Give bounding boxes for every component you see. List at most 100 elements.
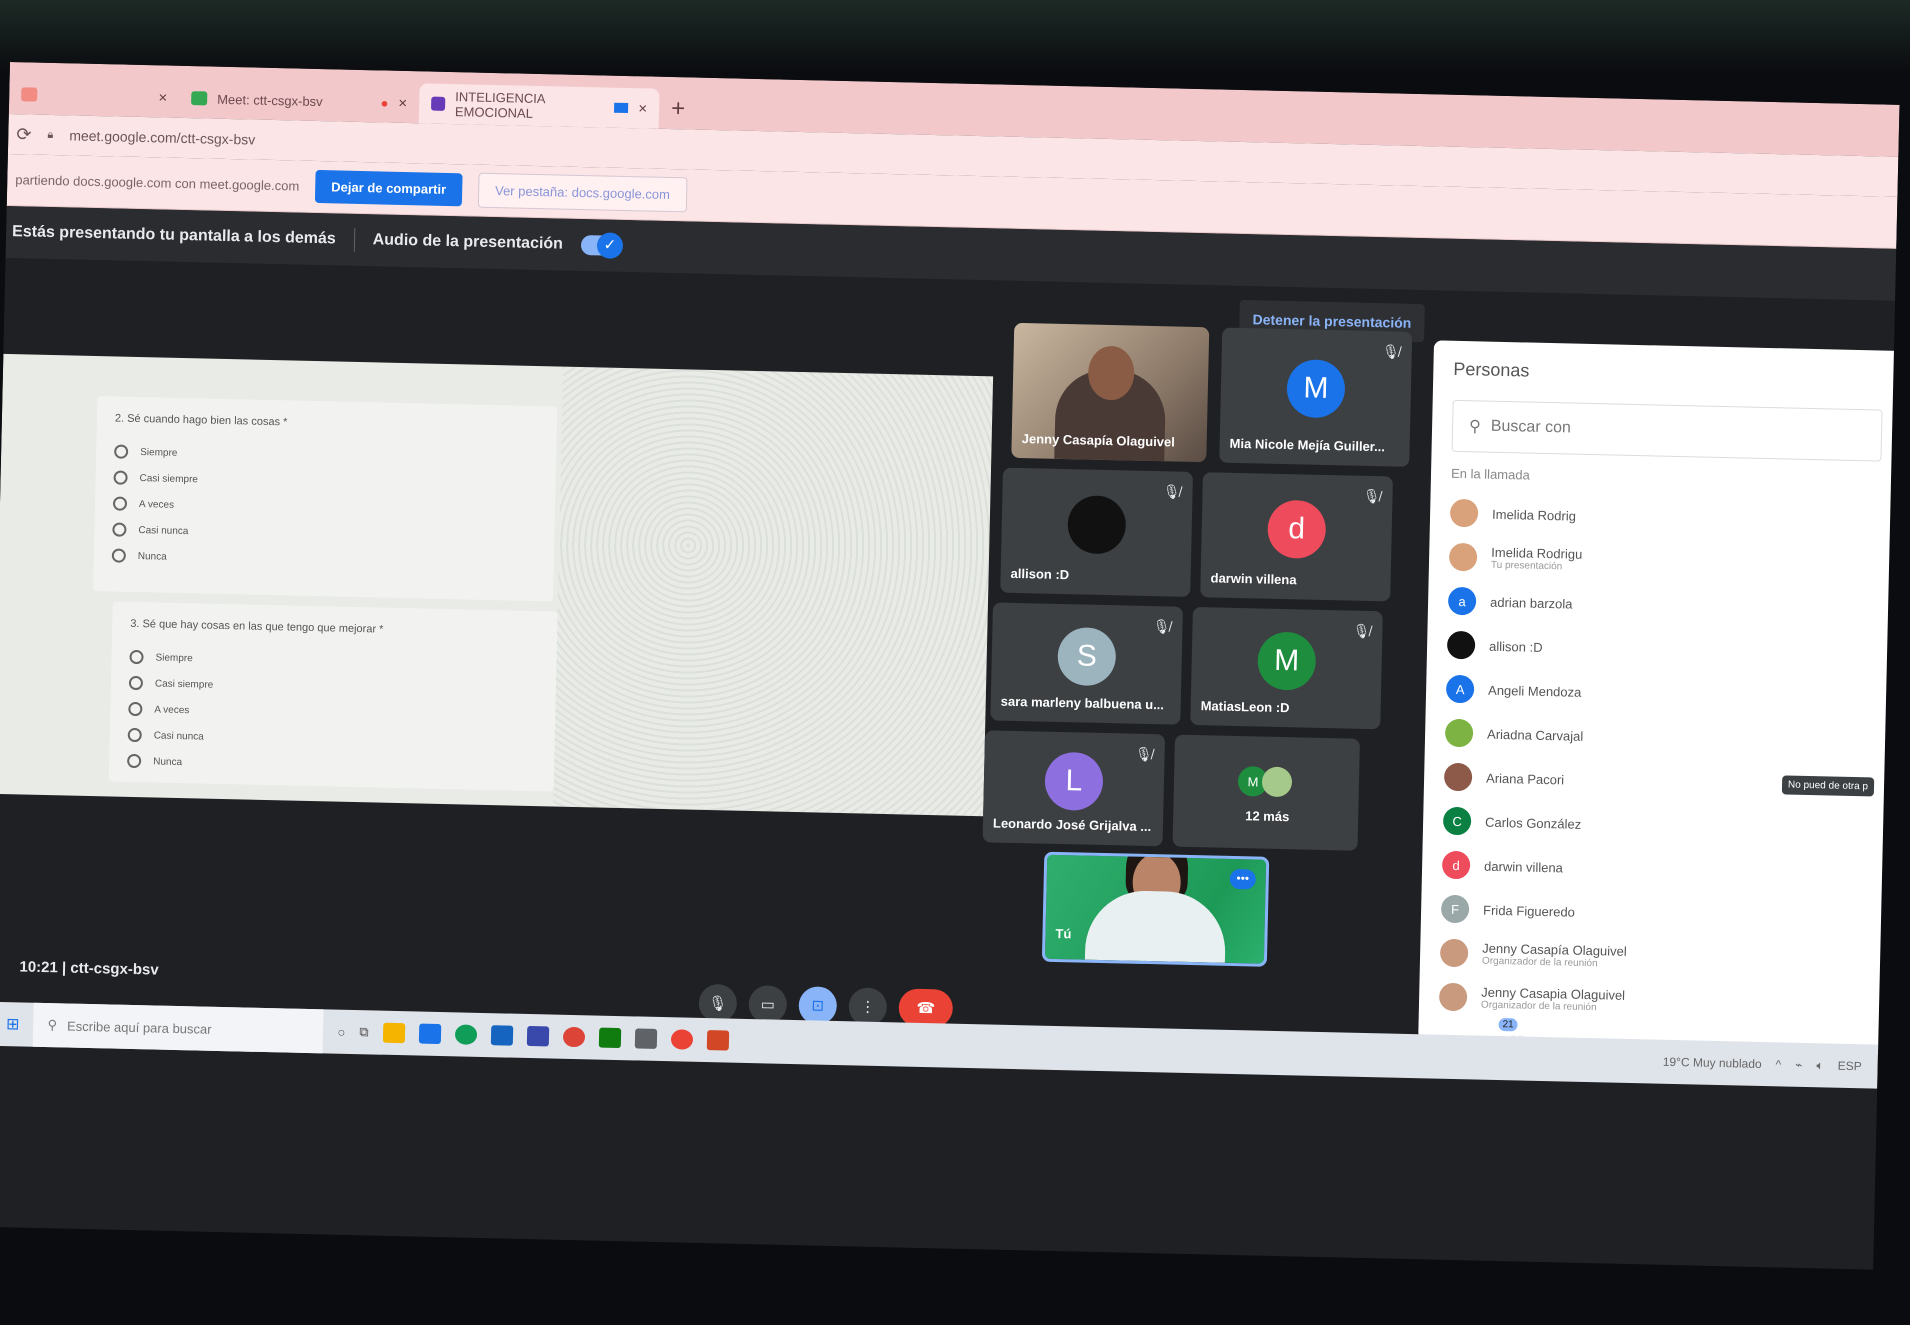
powerpoint-icon[interactable] [706, 1030, 729, 1051]
more-options-button[interactable]: ⋮ [848, 987, 888, 1027]
lock-icon[interactable]: 🔒︎ [47, 128, 53, 141]
taskbar-search-input[interactable]: ⚲ Escribe aquí para buscar [33, 1002, 324, 1054]
weather-label[interactable]: 19°C Muy nublado [1663, 1055, 1762, 1071]
self-video-tile[interactable]: ••• Tú [1041, 851, 1270, 967]
mic-off-icon: 🎙︎̸ [1381, 343, 1400, 360]
file-explorer-icon[interactable] [382, 1022, 405, 1044]
tab-close-icon[interactable]: × [638, 100, 647, 117]
people-count-badge: 21 [1498, 1018, 1518, 1032]
docs-favicon [431, 96, 446, 111]
browser-tab-meet[interactable]: Meet: ctt-csgx-bsv ● × [179, 78, 420, 123]
photos-icon[interactable] [526, 1025, 549, 1047]
radio-button[interactable] [111, 548, 126, 563]
more-vert-icon: ⋮ [860, 998, 876, 1016]
radio-button[interactable] [114, 444, 129, 459]
radio-button[interactable] [112, 496, 128, 511]
chrome-profile-icon[interactable] [670, 1029, 693, 1050]
participant-name: allison :D [1488, 638, 1543, 655]
reload-icon[interactable]: ⟳ [16, 124, 32, 145]
participant-name: adrian barzola [1489, 594, 1573, 612]
overflow-tile[interactable]: M 12 más [1172, 734, 1360, 851]
new-tab-button[interactable]: + [671, 95, 686, 123]
participant-tile[interactable]: 🎙︎̸ allison :D [1000, 467, 1194, 597]
radio-button[interactable] [127, 753, 142, 769]
participant-tile[interactable]: 🎙︎̸ L Leonardo José Grijalva ... [982, 730, 1166, 847]
tab-close-icon[interactable]: × [158, 89, 167, 106]
people-panel-title: Personas [1453, 358, 1530, 381]
windows-start-icon[interactable]: ⊞ [6, 1014, 20, 1034]
people-search-input[interactable]: ⚲ Buscar con [1451, 399, 1883, 462]
radio-button[interactable] [129, 649, 144, 665]
browser-tab-docs[interactable]: INTELIGENCIA EMOCIONAL × [418, 83, 660, 129]
avatar [1448, 542, 1478, 572]
participant-role: Tu presentación [1490, 559, 1563, 573]
search-placeholder: Escribe aquí para buscar [66, 1018, 212, 1037]
participant-name: Frida Figueredo [1482, 902, 1576, 920]
url-field[interactable]: meet.google.com/ctt-csgx-bsv [69, 127, 255, 147]
participant-tile[interactable]: 🎙︎̸ S sara marleny balbuena u... [990, 602, 1183, 725]
chrome-icon[interactable] [562, 1026, 585, 1048]
xbox-icon[interactable] [598, 1027, 621, 1049]
system-tray: 19°C Muy nublado ^ ⌁ 🔈︎ ESP [1663, 1054, 1878, 1074]
edge-icon[interactable] [454, 1024, 477, 1045]
task-view-icon[interactable]: ⧉ [359, 1024, 369, 1040]
avatar: d [1441, 850, 1471, 880]
presentation-audio-toggle[interactable]: ✓ [580, 232, 624, 259]
camera-button[interactable]: ▭ [748, 985, 788, 1024]
participant-info: adrian barzola [1490, 594, 1573, 611]
browser-tab[interactable]: × [9, 74, 180, 118]
participant-tile[interactable]: 🎙︎̸ M Mia Nicole Mejía Guiller... [1219, 327, 1413, 467]
search-placeholder: Buscar con [1490, 417, 1572, 437]
radio-button[interactable] [128, 675, 144, 691]
divider [353, 227, 355, 252]
participant-info: Imelida Rodrigu Tu presentación [1491, 545, 1583, 573]
avatar [1444, 718, 1474, 748]
mic-button[interactable]: 🎙︎ [698, 983, 738, 1023]
participant-tile[interactable]: 🎙︎̸ d darwin villena [1200, 472, 1393, 602]
hangup-icon: ☎︎ [916, 999, 936, 1018]
recording-dot-icon: ● [380, 94, 389, 111]
present-screen-icon: ⊡ [811, 997, 825, 1015]
tab-close-icon[interactable]: × [398, 94, 407, 111]
search-icon: ⚲ [1468, 418, 1482, 436]
check-icon: ✓ [596, 232, 624, 259]
volume-icon[interactable]: 🔈︎ [1816, 1058, 1824, 1073]
status-badge: No pued de otra p [1781, 774, 1875, 796]
avatar: S [1057, 626, 1117, 687]
mic-off-icon: 🎙︎̸ [1152, 618, 1171, 635]
more-options-icon[interactable]: ••• [1229, 868, 1257, 890]
participant-tile-video[interactable]: Jenny Casapía Olaguivel [1011, 322, 1210, 463]
overflow-avatars: M [1237, 766, 1293, 798]
participant-info: darwin villena [1484, 858, 1563, 875]
radio-button[interactable] [127, 727, 142, 743]
calculator-icon[interactable] [634, 1028, 657, 1049]
question-card: 2. Sé cuando hago bien las cosas * Siemp… [93, 396, 558, 602]
avatar: L [1044, 751, 1104, 812]
view-tab-button[interactable]: Ver pestaña: docs.google.com [477, 172, 688, 213]
participant-tile[interactable]: 🎙︎̸ M MatiasLeon :D [1190, 606, 1383, 730]
participant-name: Angeli Mendoza [1487, 682, 1582, 700]
avatar [1067, 495, 1127, 555]
network-icon[interactable]: ⌁ [1795, 1058, 1803, 1072]
stop-sharing-button[interactable]: Dejar de compartir [314, 169, 463, 207]
cortana-icon[interactable]: ○ [337, 1024, 345, 1039]
participant-name: sara marleny balbuena u... [1000, 693, 1165, 713]
participant-info: Ariana Pacori [1486, 770, 1564, 787]
participant-name: darwin villena [1483, 858, 1564, 875]
present-button[interactable]: ⊡ [798, 986, 838, 1025]
chevron-up-icon[interactable]: ^ [1775, 1057, 1781, 1071]
sharing-message: partiendo docs.google.com con meet.googl… [15, 172, 300, 194]
search-icon: ⚲ [47, 1017, 58, 1033]
radio-button[interactable] [128, 701, 143, 717]
presenting-message: Estás presentando tu pantalla a los demá… [11, 223, 336, 248]
radio-button[interactable] [113, 470, 128, 485]
avatar: M [1286, 359, 1346, 419]
mail-icon[interactable] [490, 1025, 513, 1046]
store-icon[interactable] [418, 1023, 441, 1045]
tab-title: INTELIGENCIA EMOCIONAL [454, 89, 546, 121]
avatar [1261, 766, 1293, 798]
radio-button[interactable] [112, 522, 127, 537]
avatar: a [1447, 586, 1477, 616]
language-indicator[interactable]: ESP [1838, 1059, 1862, 1074]
participant-name: Mia Nicole Mejía Guiller... [1229, 435, 1386, 455]
